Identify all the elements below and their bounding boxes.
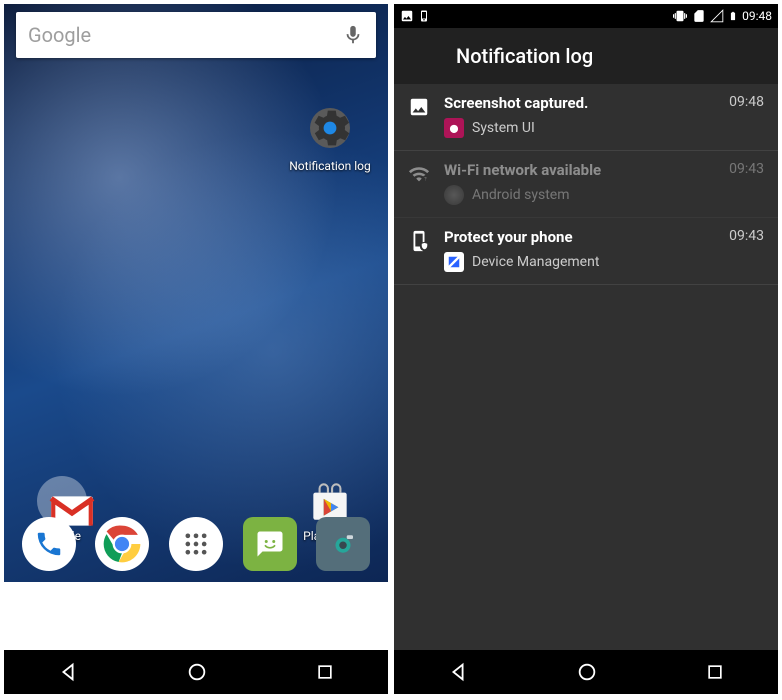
message-icon — [255, 529, 285, 559]
sim-icon — [692, 9, 706, 23]
chrome-app[interactable] — [95, 517, 149, 571]
recent-button[interactable] — [705, 662, 725, 682]
phone-home: 09:48 Google Notification log — [4, 4, 388, 694]
notification-entry[interactable]: Screenshot captured. ⬤ System UI 09:48 — [394, 84, 778, 151]
signal-icon — [710, 9, 724, 23]
picture-icon — [408, 96, 430, 118]
notification-title: Screenshot captured. — [444, 94, 729, 112]
messaging-app[interactable] — [243, 517, 297, 571]
notification-log-screen: Notification log Screenshot captured. ⬤ … — [394, 28, 778, 650]
notification-title: Wi-Fi network available — [444, 161, 729, 179]
notification-title: Protect your phone — [444, 228, 729, 246]
status-bar: 09:48 — [394, 4, 778, 28]
notification-time: 09:43 — [729, 161, 764, 177]
phone-small-icon — [418, 9, 430, 23]
notification-time: 09:43 — [729, 228, 764, 244]
notification-source: System UI — [472, 120, 535, 136]
notification-source: Android system — [472, 187, 569, 203]
vibrate-icon — [672, 9, 688, 23]
nav-bar — [4, 650, 388, 694]
nav-bar — [394, 650, 778, 694]
status-time: 09:48 — [742, 9, 772, 23]
app-icon-systemui: ⬤ — [444, 118, 464, 138]
notification-entry[interactable]: ? Wi-Fi network available Android system… — [394, 151, 778, 218]
app-icon-android — [444, 185, 464, 205]
mic-icon[interactable] — [342, 24, 364, 46]
shield-phone-icon — [408, 230, 430, 252]
svg-text:?: ? — [424, 176, 426, 182]
notification-log-widget[interactable]: Notification log — [286, 104, 374, 173]
app-drawer[interactable] — [169, 517, 223, 571]
notification-time: 09:48 — [729, 94, 764, 110]
back-button[interactable] — [447, 661, 469, 683]
home-button[interactable] — [576, 661, 598, 683]
camera-icon — [328, 529, 358, 559]
chrome-icon — [100, 522, 144, 566]
notification-source: Device Management — [472, 254, 599, 270]
phone-app[interactable] — [22, 517, 76, 571]
phone-notification-log: 09:48 Notification log Screenshot captur… — [394, 4, 778, 694]
gear-icon — [306, 104, 354, 152]
google-search-bar[interactable]: Google — [16, 12, 376, 58]
apps-icon — [182, 530, 210, 558]
widget-label: Notification log — [286, 159, 374, 173]
home-wallpaper[interactable]: Google Notification log — [4, 4, 388, 582]
camera-app[interactable] — [316, 517, 370, 571]
home-button[interactable] — [186, 661, 208, 683]
notification-entry[interactable]: Protect your phone Device Management 09:… — [394, 218, 778, 285]
wifi-icon: ? — [408, 163, 430, 185]
page-title: Notification log — [394, 28, 778, 84]
phone-icon — [34, 529, 64, 559]
recent-button[interactable] — [315, 662, 335, 682]
picture-icon — [400, 9, 414, 23]
back-button[interactable] — [57, 661, 79, 683]
dock — [4, 506, 388, 582]
search-placeholder: Google — [28, 23, 342, 47]
battery-icon — [728, 9, 738, 23]
app-icon-device-mgmt — [444, 252, 464, 272]
